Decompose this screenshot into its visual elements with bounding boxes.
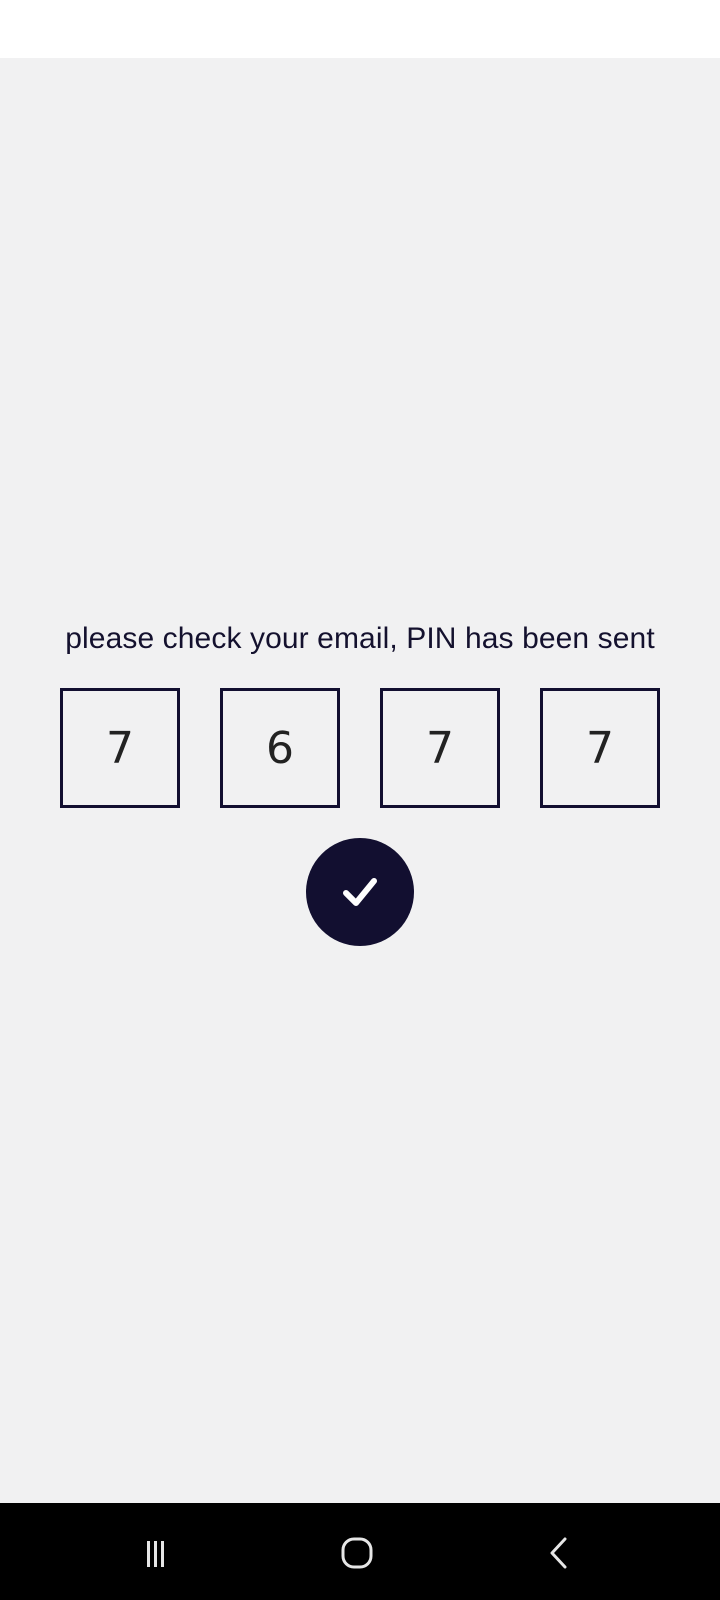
back-icon xyxy=(550,1537,567,1569)
pin-input-row: 7 6 7 7 xyxy=(60,688,660,808)
home-icon xyxy=(341,1537,373,1569)
home-button[interactable] xyxy=(327,1523,387,1583)
recents-button[interactable] xyxy=(125,1523,185,1583)
recents-icon xyxy=(147,1541,164,1567)
pin-verification-screen: please check your email, PIN has been se… xyxy=(0,0,720,1600)
status-bar xyxy=(0,0,720,58)
pin-digit-3-field[interactable]: 7 xyxy=(380,688,500,808)
pin-digit-1-field[interactable]: 7 xyxy=(60,688,180,808)
system-navigation-bar xyxy=(0,1503,720,1600)
confirm-pin-button[interactable] xyxy=(306,838,414,946)
checkmark-icon xyxy=(343,878,377,906)
back-button[interactable] xyxy=(530,1523,590,1583)
pin-sent-message: please check your email, PIN has been se… xyxy=(65,622,655,655)
pin-digit-4-field[interactable]: 7 xyxy=(540,688,660,808)
pin-digit-2-field[interactable]: 6 xyxy=(220,688,340,808)
